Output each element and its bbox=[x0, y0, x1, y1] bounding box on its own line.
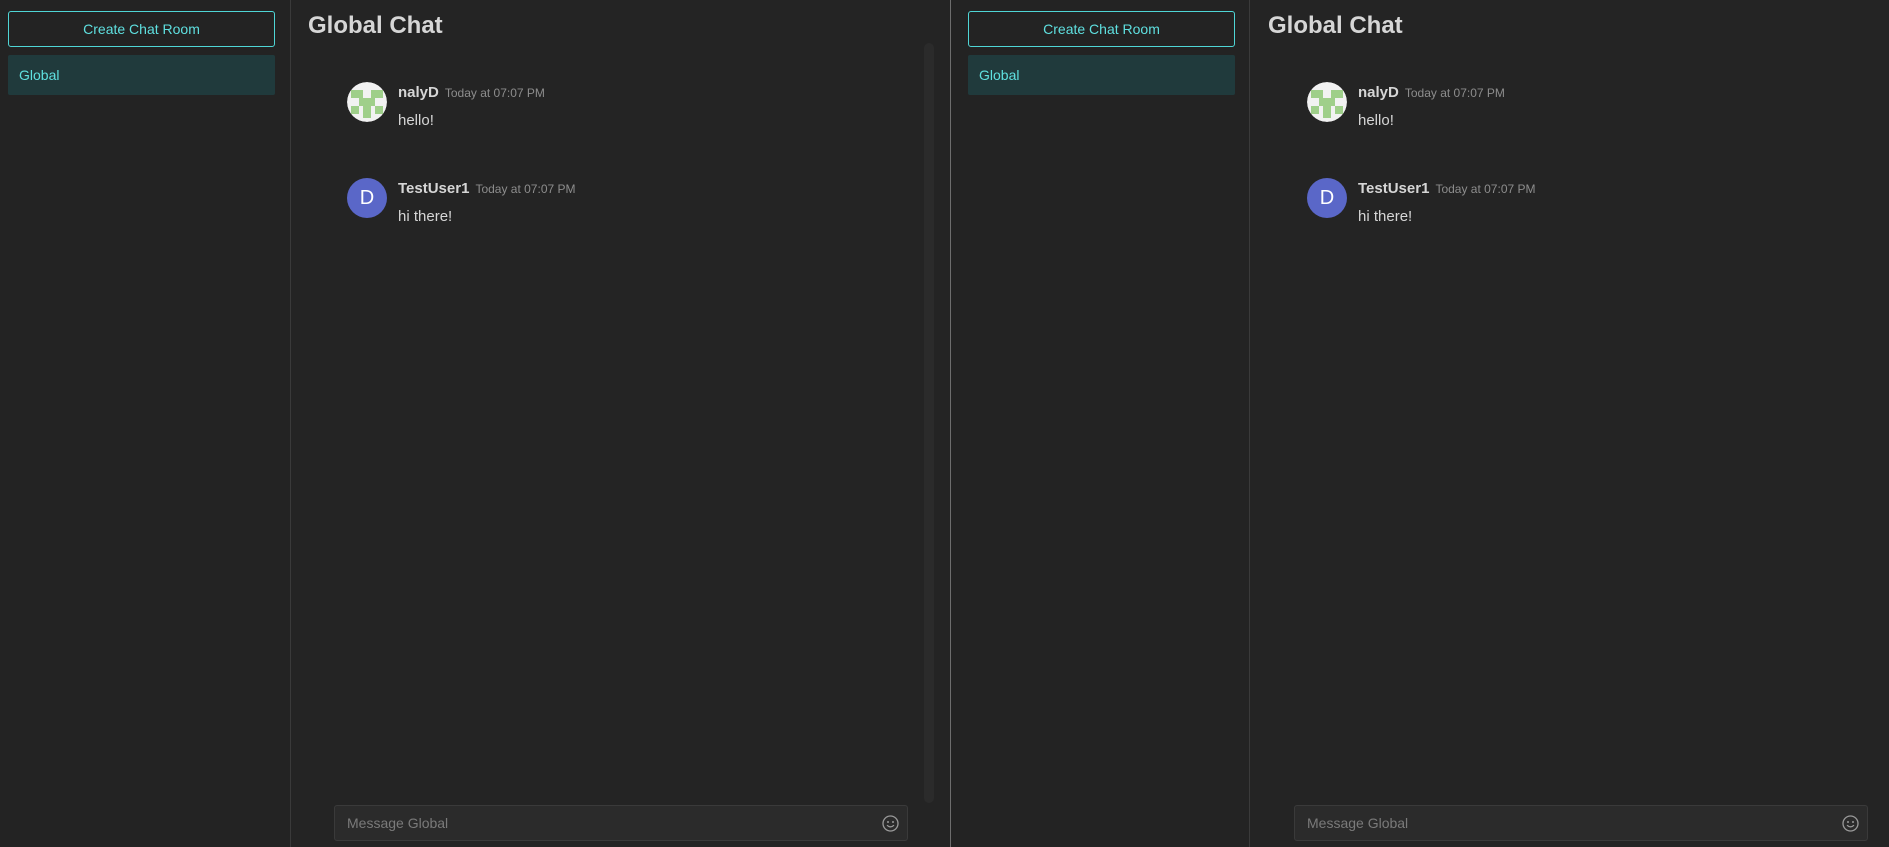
identicon-icon bbox=[1307, 82, 1347, 122]
message-text: hello! bbox=[398, 112, 434, 129]
message-item: D TestUser1 Today at 07:07 PM hi there! bbox=[347, 176, 920, 272]
message-composer bbox=[334, 805, 908, 841]
username[interactable]: TestUser1 bbox=[398, 180, 469, 197]
avatar[interactable] bbox=[347, 82, 387, 122]
sidebar: Create Chat Room Global bbox=[951, 0, 1250, 847]
sidebar-item-global[interactable]: Global bbox=[8, 55, 275, 95]
message-header: nalyD Today at 07:07 PM bbox=[1358, 84, 1505, 102]
timestamp: Today at 07:07 PM bbox=[1404, 86, 1505, 100]
message-input[interactable] bbox=[1295, 806, 1867, 840]
chat-window-right: Create Chat Room Global Global Chat naly… bbox=[951, 0, 1889, 847]
create-chat-room-button[interactable]: Create Chat Room bbox=[968, 11, 1235, 47]
timestamp: Today at 07:07 PM bbox=[444, 86, 545, 100]
page-title: Global Chat bbox=[1268, 12, 1403, 39]
message-input[interactable] bbox=[335, 806, 907, 840]
message-composer bbox=[1294, 805, 1868, 841]
message-header: TestUser1 Today at 07:07 PM bbox=[1358, 180, 1536, 198]
username[interactable]: nalyD bbox=[1358, 84, 1399, 101]
sidebar-item-global[interactable]: Global bbox=[968, 55, 1235, 95]
smiley-icon[interactable] bbox=[882, 815, 899, 832]
message-item: D TestUser1 Today at 07:07 PM hi there! bbox=[1307, 176, 1859, 272]
message-header: nalyD Today at 07:07 PM bbox=[398, 84, 545, 102]
chat-main: Global Chat nalyD Today at 07:07 PM hell… bbox=[1251, 0, 1889, 847]
avatar[interactable]: D bbox=[347, 178, 387, 218]
timestamp: Today at 07:07 PM bbox=[475, 182, 576, 196]
create-chat-room-button[interactable]: Create Chat Room bbox=[8, 11, 275, 47]
message-text: hi there! bbox=[1358, 208, 1413, 225]
username[interactable]: TestUser1 bbox=[1358, 180, 1429, 197]
avatar[interactable]: D bbox=[1307, 178, 1347, 218]
smiley-icon[interactable] bbox=[1842, 815, 1859, 832]
message-item: nalyD Today at 07:07 PM hello! bbox=[347, 80, 920, 176]
page-title: Global Chat bbox=[308, 12, 443, 39]
message-text: hi there! bbox=[398, 208, 453, 225]
sidebar: Create Chat Room Global bbox=[0, 0, 291, 847]
message-text: hello! bbox=[1358, 112, 1394, 129]
identicon-icon bbox=[347, 82, 387, 122]
avatar[interactable] bbox=[1307, 82, 1347, 122]
message-list: nalyD Today at 07:07 PM hello! D TestUser… bbox=[1307, 80, 1859, 272]
message-list: nalyD Today at 07:07 PM hello! D TestUser… bbox=[347, 80, 920, 272]
chat-main: Global Chat nalyD Today at 07:07 PM hell… bbox=[292, 0, 950, 847]
scrollbar[interactable] bbox=[924, 43, 934, 803]
message-item: nalyD Today at 07:07 PM hello! bbox=[1307, 80, 1859, 176]
message-header: TestUser1 Today at 07:07 PM bbox=[398, 180, 576, 198]
chat-window-left: Create Chat Room Global Global Chat naly… bbox=[0, 0, 950, 847]
username[interactable]: nalyD bbox=[398, 84, 439, 101]
timestamp: Today at 07:07 PM bbox=[1435, 182, 1536, 196]
